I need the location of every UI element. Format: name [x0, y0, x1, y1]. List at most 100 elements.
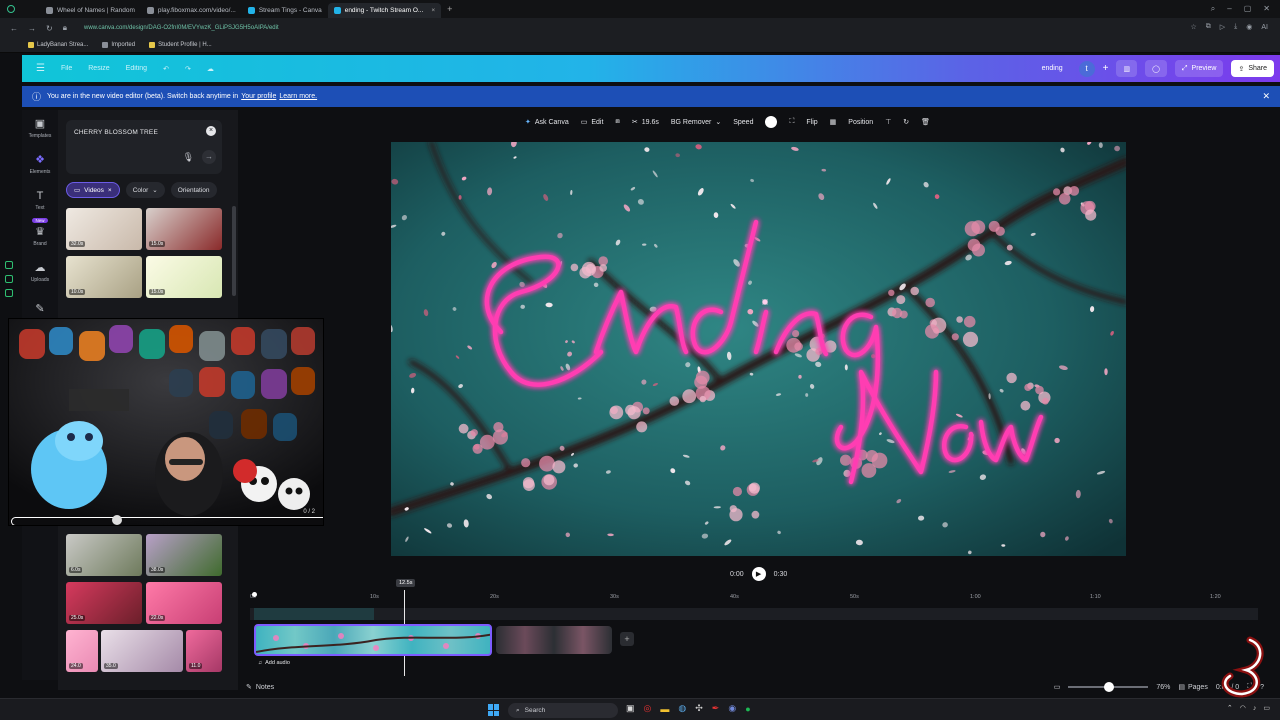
video-thumbnail[interactable]: 38.0s — [146, 534, 222, 576]
crop-icon[interactable]: ⧈ — [615, 118, 619, 126]
video-thumbnail[interactable]: 10.0s — [66, 256, 142, 298]
video-thumbnail[interactable]: 15.0s — [146, 208, 222, 250]
filter-color-chip[interactable]: Color ⌄ — [125, 182, 165, 198]
delete-icon[interactable]: 🗑︎ — [921, 118, 930, 126]
filter-videos-chip[interactable]: ▭ Videos × — [66, 182, 120, 198]
browser-menu-icon[interactable] — [0, 0, 22, 18]
learn-more-link[interactable]: Learn more. — [279, 93, 317, 100]
paint-roller-icon[interactable]: ⊤ — [885, 118, 891, 126]
play-icon[interactable]: ▷ — [1220, 23, 1225, 31]
rail-text[interactable]: T Text — [22, 182, 58, 218]
avatar[interactable]: t — [1078, 60, 1095, 77]
taskbar-search[interactable]: ⌕ Search — [508, 703, 618, 718]
battery-icon[interactable]: ▭ — [1263, 704, 1270, 712]
edit-button[interactable]: ▭ Edit — [581, 118, 604, 127]
search-box[interactable]: CHERRY BLOSSOM TREE × 🎙︎ → — [66, 120, 222, 174]
discord-icon[interactable]: ◉ — [728, 703, 736, 714]
profile-icon[interactable]: ◉ — [1246, 23, 1252, 31]
profile-link[interactable]: Your profile — [241, 93, 276, 100]
bookmark-item[interactable]: Student Profile | H... — [149, 42, 212, 48]
add-collaborator-icon[interactable]: + — [1103, 63, 1109, 74]
ai-icon[interactable]: AI — [1261, 24, 1268, 31]
video-thumbnail[interactable]: 15.0s — [146, 256, 222, 298]
cloud-save-icon[interactable]: ☁ — [207, 65, 214, 73]
play-button[interactable]: ▶ — [751, 567, 766, 581]
extension-icon[interactable] — [5, 261, 13, 269]
video-thumbnail[interactable]: 32.0s — [66, 208, 142, 250]
zoom-level[interactable]: 76% — [1156, 684, 1170, 691]
remove-filter-icon[interactable]: × — [108, 187, 112, 194]
redo-icon[interactable]: ↷ — [185, 65, 191, 73]
add-clip-icon[interactable]: + — [620, 632, 634, 646]
analytics-icon[interactable]: ▥ — [1116, 60, 1138, 77]
reload-icon[interactable]: ↻ — [46, 24, 53, 33]
rotate-icon[interactable]: ↻ — [903, 118, 909, 126]
transparency-icon[interactable]: ▦ — [830, 118, 837, 126]
forward-icon[interactable]: → — [28, 24, 36, 33]
app-icon[interactable]: ✣ — [695, 703, 703, 714]
filter-orientation-chip[interactable]: Orientation — [170, 182, 217, 198]
speed-button[interactable]: Speed — [733, 119, 753, 126]
video-thumbnail[interactable]: 35.0 — [101, 630, 183, 672]
steam-icon[interactable]: ◍ — [678, 703, 686, 714]
spotify-icon[interactable]: ● — [745, 704, 750, 714]
microphone-icon[interactable]: 🎙︎ — [183, 152, 194, 163]
file-explorer-icon[interactable]: ▬ — [660, 704, 669, 714]
browser-tab[interactable]: Stream Tings - Canva — [242, 3, 328, 18]
fit-screen-icon[interactable]: ▭ — [1054, 683, 1061, 691]
minimize-icon[interactable]: – — [1227, 4, 1231, 14]
notes-button[interactable]: Notes — [256, 684, 274, 691]
bg-remover-button[interactable]: BG Remover ⌄ — [671, 118, 721, 127]
color-swatch[interactable] — [765, 116, 778, 128]
extension-icon[interactable] — [5, 275, 13, 283]
start-icon[interactable] — [488, 704, 500, 716]
rail-uploads[interactable]: ☁ Uploads — [22, 254, 58, 290]
timeline-start-marker[interactable] — [252, 592, 257, 597]
search-input[interactable]: CHERRY BLOSSOM TREE — [74, 129, 158, 136]
url-input[interactable]: www.canva.com/design/DAG-O2fnI0M/EVYwzK_… — [84, 22, 1124, 34]
timeline-ruler[interactable]: 0s 10s 20s 30s 40s 50s 1:00 1:10 1:20 — [250, 592, 1258, 604]
bookmark-item[interactable]: Imported — [102, 42, 135, 48]
resize-menu[interactable]: Resize — [88, 65, 109, 72]
close-tab-icon[interactable]: × — [431, 7, 435, 14]
browser-tab[interactable]: play.fiboxmax.com/video/... — [141, 3, 242, 18]
video-thumbnail[interactable]: 24.0 — [66, 630, 98, 672]
video-thumbnail[interactable]: 11.0 — [186, 630, 222, 672]
video-thumbnail[interactable]: 22.0s — [146, 582, 222, 624]
download-icon[interactable]: ⤓ — [1234, 23, 1237, 31]
back-icon[interactable]: ← — [10, 24, 18, 33]
browser-tab[interactable]: Wheel of Names | Random — [40, 3, 141, 18]
pages-button[interactable]: ▤ Pages — [1178, 683, 1207, 692]
file-menu[interactable]: File — [61, 65, 72, 72]
browser-tab-active[interactable]: ending - Twitch Stream O... × — [327, 2, 442, 18]
scrubber-handle[interactable] — [112, 515, 122, 525]
submit-search-icon[interactable]: → — [202, 150, 216, 164]
ask-canva-button[interactable]: ✦ Ask Canva — [525, 118, 569, 127]
wifi-icon[interactable]: ◠ — [1240, 704, 1246, 712]
bookmark-star-icon[interactable]: ☆ — [1190, 23, 1196, 31]
video-clip[interactable] — [496, 626, 612, 654]
rail-brand[interactable]: New ♛ Brand — [22, 218, 58, 254]
close-window-icon[interactable]: ✕ — [1263, 4, 1270, 14]
video-thumbnail[interactable]: 25.0s — [66, 582, 142, 624]
timeline-track[interactable] — [250, 608, 1258, 620]
undo-icon[interactable]: ↶ — [163, 65, 169, 73]
home-icon[interactable]: ☰ — [36, 63, 45, 74]
preview-button[interactable]: ⤢ Preview — [1174, 60, 1224, 77]
extension-icon[interactable] — [5, 289, 13, 297]
add-audio-button[interactable]: ♫ Add audio — [258, 660, 290, 666]
video-thumbnail[interactable]: 6.0s — [66, 534, 142, 576]
pen-app-icon[interactable]: ✒ — [712, 703, 720, 714]
flip-button[interactable]: Flip — [806, 119, 817, 126]
rail-templates[interactable]: ▣ Templates — [22, 110, 58, 146]
volume-icon[interactable]: ♪ — [1253, 705, 1257, 712]
clear-search-icon[interactable]: × — [206, 126, 216, 136]
design-canvas[interactable] — [391, 142, 1126, 556]
extensions-icon[interactable]: ⧉ — [1206, 23, 1211, 31]
opera-icon[interactable]: ◎ — [644, 703, 652, 714]
editing-menu[interactable]: Editing — [126, 65, 147, 72]
panel-scrollbar[interactable] — [232, 206, 236, 296]
notes-icon[interactable]: ✎ — [246, 683, 252, 691]
trim-button[interactable]: ✂ 19.6s — [632, 118, 659, 127]
close-banner-icon[interactable]: ✕ — [1262, 91, 1270, 102]
